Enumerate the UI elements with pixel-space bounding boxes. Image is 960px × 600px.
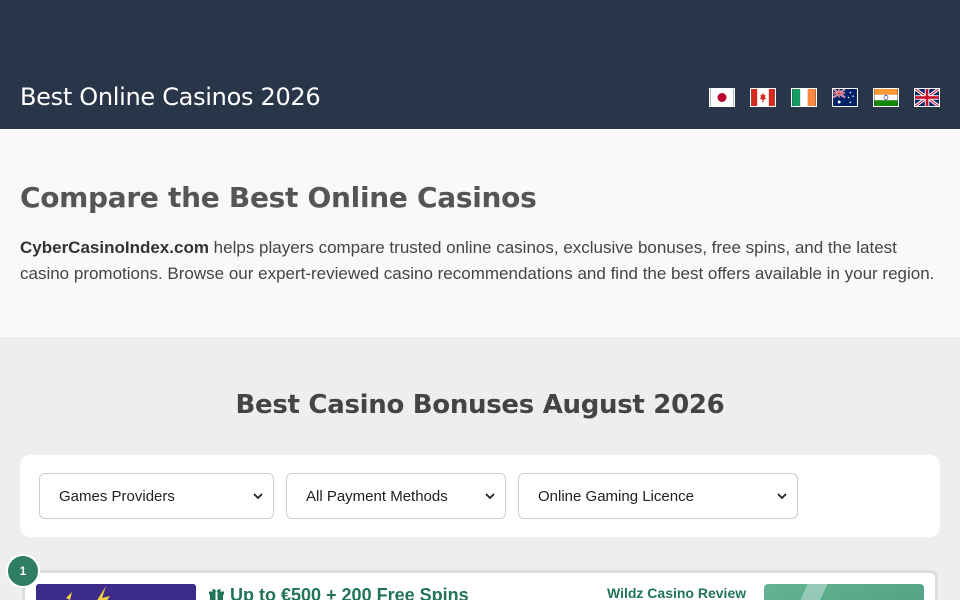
ireland-flag-icon[interactable] [791, 88, 817, 107]
bonus-offer-text: Up to €500 + 200 Free Spins [230, 585, 469, 600]
country-flags [709, 88, 940, 107]
uk-flag-icon[interactable] [914, 88, 940, 107]
gaming-licence-select[interactable]: Online Gaming Licence [518, 473, 798, 519]
casino-card: Up to €500 + 200 Free Spins Wildz Casino… [22, 570, 938, 600]
filter-bar: Games Providers All Payment Methods Onli… [20, 455, 940, 537]
payment-methods-select[interactable]: All Payment Methods [286, 473, 506, 519]
intro-section: Compare the Best Online Casinos CyberCas… [0, 129, 960, 337]
casino-logo[interactable] [36, 584, 196, 600]
india-flag-icon[interactable] [873, 88, 899, 107]
chevron-down-icon [777, 493, 787, 500]
rank-badge: 1 [6, 554, 40, 588]
play-now-button[interactable] [764, 584, 924, 600]
games-providers-select[interactable]: Games Providers [39, 473, 274, 519]
australia-flag-icon[interactable] [832, 88, 858, 107]
canada-flag-icon[interactable] [750, 88, 776, 107]
intro-heading: Compare the Best Online Casinos [20, 181, 537, 214]
site-header: Best Online Casinos 2026 [0, 0, 960, 129]
bonuses-heading: Best Casino Bonuses August 2026 [235, 390, 725, 420]
japan-flag-icon[interactable] [709, 88, 735, 107]
chevron-down-icon [485, 493, 495, 500]
bonus-offer: Up to €500 + 200 Free Spins [208, 585, 469, 600]
button-shine [796, 584, 830, 600]
gaming-licence-value: Online Gaming Licence [538, 487, 694, 505]
casino-review-link[interactable]: Wildz Casino Review [607, 585, 746, 600]
intro-paragraph: CyberCasinoIndex.com helps players compa… [20, 235, 945, 287]
games-providers-value: Games Providers [59, 487, 175, 505]
brand-name: CyberCasinoIndex.com [20, 238, 209, 257]
gift-icon [209, 589, 224, 600]
site-title: Best Online Casinos 2026 [20, 83, 321, 111]
chevron-down-icon [253, 493, 263, 500]
payment-methods-value: All Payment Methods [306, 487, 448, 505]
